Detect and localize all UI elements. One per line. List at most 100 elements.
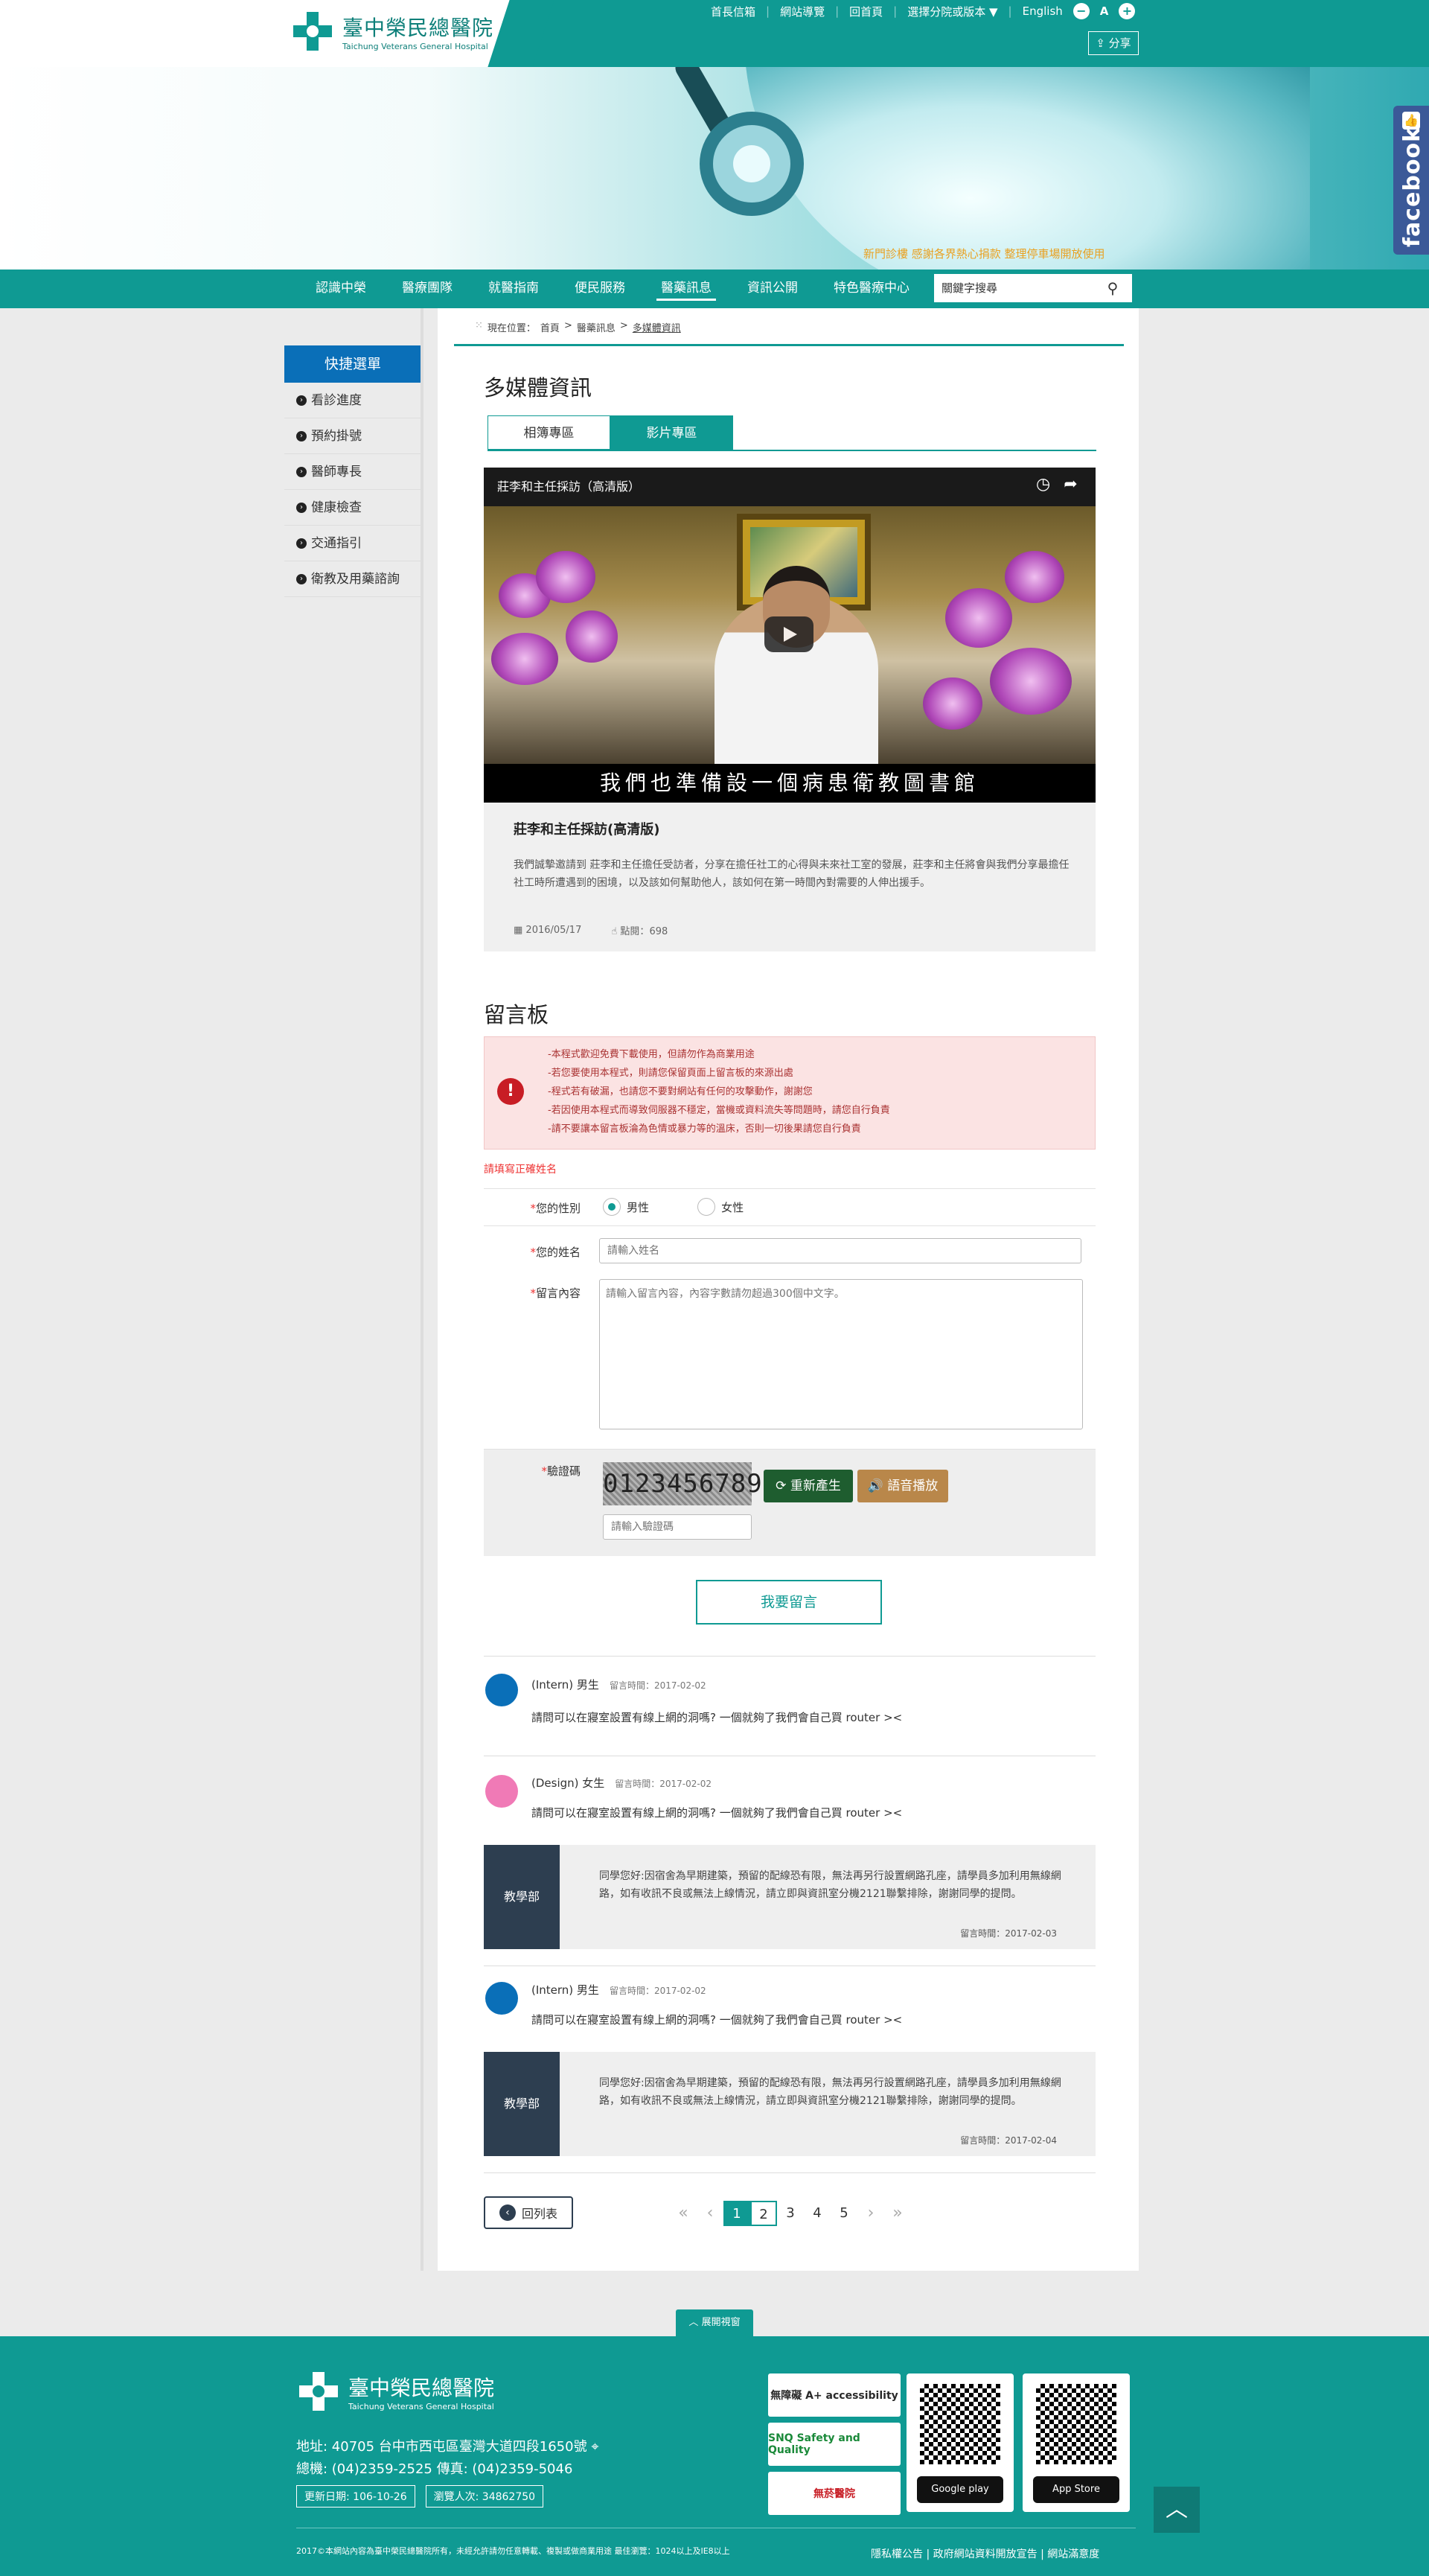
smoke-free-badge[interactable]: 無菸醫院	[768, 2472, 901, 2515]
facebook-tab[interactable]: 👍 facebook	[1393, 106, 1429, 255]
breadcrumb-medical-news[interactable]: 醫藥訊息	[577, 320, 616, 334]
arrow-icon: ›	[296, 538, 307, 549]
quick-menu: 快捷選單 › 看診進度 › 預約掛號 › 醫師專長 › 健康檢查 › 交通指引 › 衛教及用…	[284, 345, 421, 597]
nav-item-about[interactable]: 認識中榮	[298, 270, 384, 308]
video-overlay-title[interactable]: 莊李和主任採訪（高清版）	[497, 476, 640, 494]
name-row: *您的姓名	[484, 1225, 1096, 1273]
name-input[interactable]	[599, 1238, 1081, 1263]
guestbook-title: 留言板	[484, 1002, 549, 1027]
back-to-top-button[interactable]: ︿	[1154, 2487, 1200, 2533]
map-pin-icon[interactable]: ⌖	[591, 2439, 598, 2455]
prev-page-icon[interactable]: ‹	[697, 2201, 723, 2226]
comment-divider	[484, 1656, 1096, 1657]
footer-logo[interactable]: 臺中榮民總醫院 Taichung Veterans General Hospita…	[296, 2369, 494, 2414]
video-meta: ▦ 2016/05/17 ☝ 點閱：698	[514, 925, 668, 937]
quick-menu-title: 快捷選單	[284, 345, 421, 383]
content-textarea[interactable]	[599, 1279, 1083, 1429]
logo-cross-icon	[290, 9, 335, 54]
font-normal-button[interactable]: A	[1100, 4, 1109, 18]
audio-captcha-button[interactable]: 🔊 語音播放	[857, 1470, 948, 1502]
avatar	[485, 1775, 518, 1808]
content-divider	[421, 308, 423, 2271]
quick-item-education[interactable]: › 衛教及用藥諮詢	[284, 561, 421, 597]
first-page-icon[interactable]: «	[670, 2201, 697, 2226]
calendar-icon: ▦	[514, 925, 526, 936]
breadcrumb-home[interactable]: 首頁	[540, 320, 560, 334]
top-link-home[interactable]: 回首頁	[849, 4, 883, 19]
arrow-icon: ›	[296, 573, 307, 584]
news-marquee[interactable]: 新門診樓 感謝各界熱心捐款 整理停車場開放使用	[863, 246, 1105, 261]
comment-author: (Intern) 男生 留言時間：2017-02-02	[531, 1678, 706, 1692]
ios-app-qr[interactable]: App Store	[1023, 2373, 1130, 2512]
submit-message-button[interactable]: 我要留言	[696, 1580, 882, 1625]
quick-item-checkup[interactable]: › 健康檢查	[284, 490, 421, 526]
play-button[interactable]	[764, 616, 813, 652]
last-page-icon[interactable]: »	[884, 2201, 911, 2226]
page-link-5[interactable]: 5	[831, 2201, 857, 2226]
media-tabs: 相簿專區 影片專區	[487, 415, 733, 450]
captcha-image: 0123456789	[603, 1462, 762, 1505]
captcha-row: *驗證碼	[484, 1449, 1096, 1556]
snq-badge[interactable]: SNQ Safety and Quality	[768, 2423, 901, 2466]
refresh-icon: ⟳	[776, 1479, 790, 1493]
branch-select[interactable]: 選擇分院或版本 ▼	[907, 4, 997, 19]
quick-item-doctors[interactable]: › 醫師專長	[284, 454, 421, 490]
nav-item-team[interactable]: 醫療團隊	[384, 270, 470, 308]
notice-list: -本程式歡迎免費下載使用，但請勿作為商業用途 -若您要使用本程式，則請您保留頁面…	[548, 1049, 890, 1135]
back-to-list-button[interactable]: ‹ 回列表	[484, 2196, 573, 2229]
watch-later-icon[interactable]: ◷	[1036, 475, 1050, 494]
share-button[interactable]: ⇪ 分享	[1088, 31, 1139, 55]
form-error: 請填寫正確姓名	[484, 1164, 557, 1176]
tab-videos[interactable]: 影片專區	[610, 415, 733, 450]
chevron-up-icon: ︿	[688, 2317, 702, 2328]
visitor-count: 瀏覽人次: 34862750	[425, 2485, 544, 2508]
search-icon[interactable]: ⚲	[1098, 279, 1128, 297]
avatar	[485, 1674, 518, 1706]
quick-item-traffic[interactable]: › 交通指引	[284, 526, 421, 561]
accessibility-badge[interactable]: 無障礙 A+ accessibility	[768, 2373, 901, 2417]
video-controls: ◷ ➦	[1036, 475, 1078, 494]
nav-item-service[interactable]: 便民服務	[557, 270, 643, 308]
android-app-qr[interactable]: Google play	[907, 2373, 1014, 2512]
gender-male-radio[interactable]: 男性	[603, 1198, 649, 1216]
footer-policy-links[interactable]: 隱私權公告 | 政府網站資料開放宣告 | 網站滿意度	[871, 2546, 1099, 2561]
quick-item-booking[interactable]: › 預約掛號	[284, 418, 421, 454]
tab-albums[interactable]: 相簿專區	[487, 415, 610, 450]
captcha-input[interactable]	[603, 1514, 752, 1540]
search-input[interactable]	[934, 281, 1098, 295]
top-links: 首長信箱 | 網站導覽 | 回首頁 | 選擇分院或版本 ▼ | English − A …	[711, 3, 1136, 19]
page-link-3[interactable]: 3	[777, 2201, 804, 2226]
reply-department: 教學部	[484, 1845, 560, 1949]
share-icon: ⇪	[1096, 36, 1109, 50]
content-row: *留言內容	[484, 1273, 1096, 1449]
nav-item-guide[interactable]: 就醫指南	[470, 270, 557, 308]
top-link-mailbox[interactable]: 首長信箱	[711, 4, 755, 19]
comment-text: 請問可以在寢室設置有線上網的洞嗎? 一個就夠了我們會自己買 router ><	[531, 2013, 903, 2027]
gender-female-radio[interactable]: 女性	[697, 1198, 744, 1216]
page-link-2[interactable]: 2	[750, 2201, 777, 2226]
comment-author: (Design) 女生 留言時間：2017-02-02	[531, 1776, 712, 1790]
refresh-captcha-button[interactable]: ⟳ 重新產生	[764, 1470, 853, 1502]
share-arrow-icon[interactable]: ➦	[1064, 475, 1077, 494]
site-search: ⚲	[934, 274, 1132, 302]
back-arrow-icon: ‹	[499, 2204, 516, 2221]
top-link-sitemap[interactable]: 網站導覽	[780, 4, 825, 19]
arrow-icon: ›	[296, 466, 307, 477]
expand-footer-button[interactable]: ︿ 展開視窗	[676, 2309, 753, 2336]
page-link-4[interactable]: 4	[804, 2201, 831, 2226]
font-smaller-button[interactable]: −	[1072, 3, 1090, 19]
arrow-icon: ›	[296, 502, 307, 513]
top-link-english[interactable]: English	[1023, 4, 1063, 18]
breadcrumb-current[interactable]: 多媒體資訊	[633, 320, 681, 334]
nav-item-centers[interactable]: 特色醫療中心	[816, 270, 927, 308]
next-page-icon[interactable]: ›	[857, 2201, 884, 2226]
quick-item-progress[interactable]: › 看診進度	[284, 383, 421, 418]
hospital-logo[interactable]: 臺中榮民總醫院 Taichung Veterans General Hospit…	[290, 9, 493, 54]
nav-item-medical-news[interactable]: 醫藥訊息	[643, 270, 729, 308]
app-store-badge[interactable]: App Store	[1033, 2476, 1119, 2503]
arrow-icon: ›	[296, 395, 307, 406]
font-larger-button[interactable]: +	[1119, 3, 1136, 19]
page-link-1[interactable]: 1	[723, 2201, 750, 2226]
nav-item-info[interactable]: 資訊公開	[729, 270, 816, 308]
google-play-badge[interactable]: Google play	[917, 2476, 1003, 2503]
